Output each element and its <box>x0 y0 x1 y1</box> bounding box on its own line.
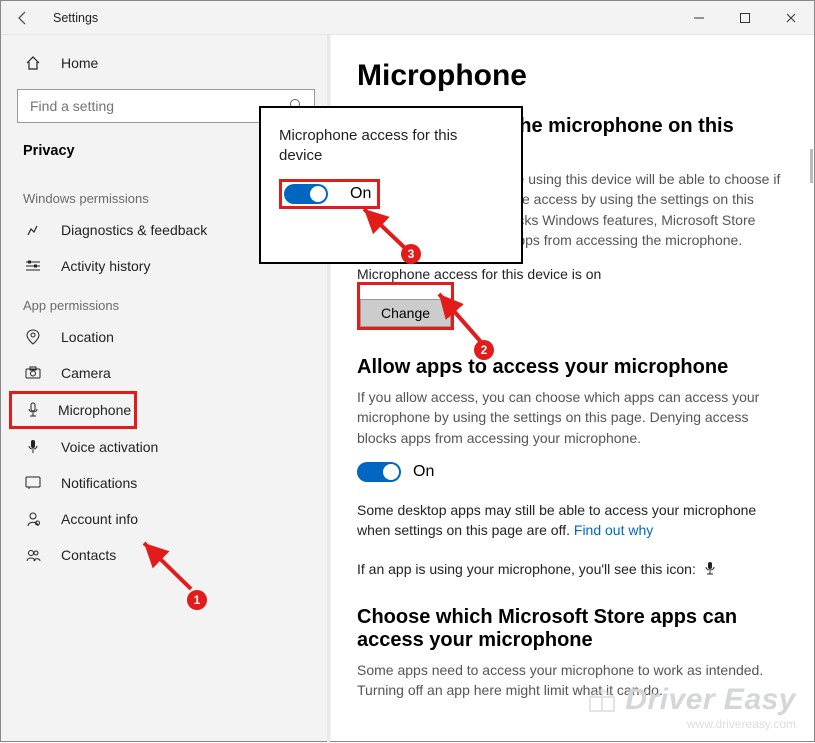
sidebar-item-voice[interactable]: Voice activation <box>1 429 331 465</box>
window-controls <box>676 1 814 35</box>
section1-status: Microphone access for this device is on <box>357 266 788 282</box>
notifications-icon <box>23 476 43 490</box>
popup-title: Microphone access for this device <box>279 126 503 165</box>
app-perm-label: App permissions <box>1 284 331 319</box>
icon-note: If an app is using your microphone, you'… <box>357 559 788 580</box>
section3-body: Some apps need to access your microphone… <box>357 660 788 701</box>
sidebar-item-microphone[interactable]: Microphone <box>9 391 137 429</box>
svg-text:i: i <box>36 521 37 526</box>
activity-icon <box>23 258 43 274</box>
contacts-icon <box>23 548 43 562</box>
sidebar-item-label: Camera <box>61 365 111 381</box>
sidebar-item-label: Location <box>61 329 114 345</box>
toggle-state: On <box>413 463 434 481</box>
sidebar-item-label: Activity history <box>61 258 150 274</box>
sidebar-item-label: Notifications <box>61 475 137 491</box>
microphone-icon <box>26 402 40 418</box>
page-title: Microphone <box>357 59 788 93</box>
sidebar-item-notifications[interactable]: Notifications <box>1 465 331 501</box>
home-label: Home <box>61 55 98 71</box>
sidebar-item-label: Microphone <box>58 402 131 418</box>
find-out-why-link[interactable]: Find out why <box>574 522 653 538</box>
account-icon: i <box>23 511 43 527</box>
scrollbar-thumb[interactable] <box>810 149 813 183</box>
back-button[interactable] <box>1 1 45 35</box>
sidebar-item-label: Account info <box>61 511 138 527</box>
maximize-button[interactable] <box>722 1 768 35</box>
home-icon <box>23 55 43 71</box>
desktop-note: Some desktop apps may still be able to a… <box>357 500 788 541</box>
voice-icon <box>23 439 43 455</box>
sidebar-item-location[interactable]: Location <box>1 319 331 355</box>
annotation-badge-2: 2 <box>474 340 494 360</box>
mic-indicator-icon <box>704 560 716 580</box>
section3-heading: Choose which Microsoft Store apps can ac… <box>357 606 788 652</box>
titlebar: Settings <box>1 1 814 35</box>
minimize-button[interactable] <box>676 1 722 35</box>
home-nav[interactable]: Home <box>1 45 331 81</box>
sidebar-item-label: Diagnostics & feedback <box>61 222 207 238</box>
location-icon <box>23 329 43 345</box>
section2-body: If you allow access, you can choose whic… <box>357 387 788 448</box>
sidebar-item-label: Voice activation <box>61 439 158 455</box>
popup-toggle[interactable] <box>284 184 328 204</box>
sidebar-item-label: Contacts <box>61 547 116 563</box>
allow-apps-toggle[interactable] <box>357 462 401 482</box>
search-input[interactable] <box>28 97 288 115</box>
annotation-badge-3: 3 <box>401 244 421 264</box>
diagnostics-icon <box>23 222 43 238</box>
camera-icon <box>23 366 43 380</box>
sidebar-item-camera[interactable]: Camera <box>1 355 331 391</box>
window-title: Settings <box>53 11 676 25</box>
section2-heading: Allow apps to access your microphone <box>357 356 788 379</box>
allow-apps-toggle-row: On <box>357 462 788 482</box>
close-button[interactable] <box>768 1 814 35</box>
annotation-badge-1: 1 <box>187 590 207 610</box>
